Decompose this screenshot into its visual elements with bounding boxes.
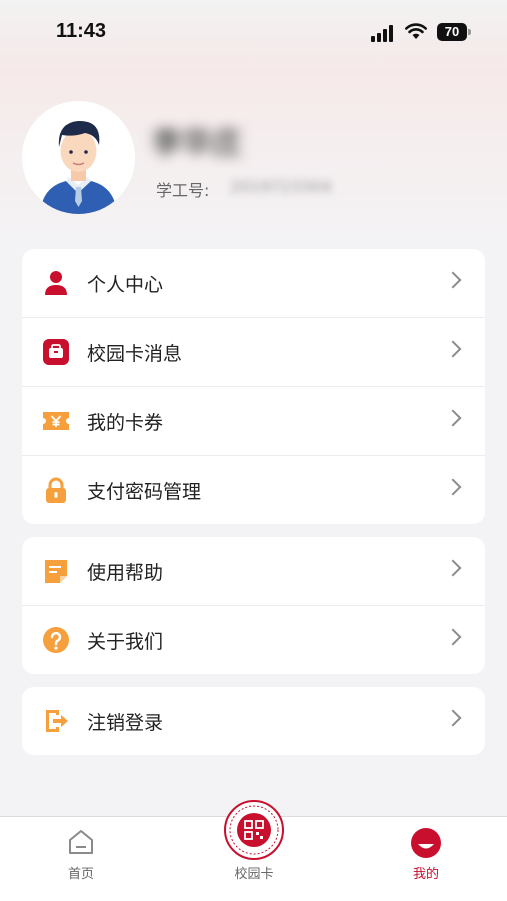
menu-item-about-us[interactable]: 关于我们 <box>22 605 485 674</box>
chevron-right-icon <box>444 709 462 727</box>
student-id-label: 学工号: <box>156 181 210 200</box>
menu-label: 我的卡券 <box>87 412 164 434</box>
tab-label-mine: 我的 <box>412 867 439 882</box>
menu-item-payment-password[interactable]: 支付密码管理 <box>22 455 485 524</box>
cellular-signal-icon <box>371 24 397 42</box>
menu-item-card-messages[interactable]: 校园卡消息 <box>22 317 485 386</box>
menu-item-my-coupons[interactable]: 我的卡券 <box>22 386 485 455</box>
chevron-right-icon <box>444 271 462 289</box>
menu-label: 关于我们 <box>87 631 164 653</box>
logout-icon <box>46 710 68 732</box>
wifi-icon <box>405 23 427 39</box>
menu-card-support: 使用帮助 关于我们 <box>22 537 485 674</box>
student-id-value: 2019723304 <box>230 177 332 196</box>
lock-icon <box>46 477 66 503</box>
menu-label: 使用帮助 <box>87 562 164 584</box>
menu-label: 校园卡消息 <box>87 343 183 365</box>
question-icon <box>43 627 69 653</box>
menu-label: 个人中心 <box>87 274 164 296</box>
menu-item-logout[interactable]: 注销登录 <box>22 687 485 755</box>
menu-label: 注销登录 <box>87 712 164 734</box>
tab-home[interactable]: 首页 <box>21 817 141 901</box>
tab-label-campus-card: 校园卡 <box>234 867 274 882</box>
person-icon <box>45 271 67 295</box>
battery-icon: 70 <box>437 23 467 41</box>
chevron-right-icon <box>444 340 462 358</box>
user-name: 李华庄 <box>152 126 242 161</box>
menu-card-account: 个人中心 校园卡消息 我的卡券 支付密码管理 <box>22 249 485 524</box>
tab-mine[interactable]: 我的 <box>366 817 486 901</box>
menu-label: 支付密码管理 <box>87 481 202 503</box>
profile-active-icon <box>411 828 441 858</box>
status-bar: 11:43 70 <box>0 0 507 60</box>
chevron-right-icon <box>444 409 462 427</box>
chevron-right-icon <box>444 559 462 577</box>
chevron-right-icon <box>444 628 462 646</box>
campus-card-qr-button[interactable] <box>224 800 284 860</box>
menu-card-logout: 注销登录 <box>22 687 485 755</box>
home-icon <box>69 830 93 854</box>
battery-cap <box>468 29 471 35</box>
coupon-icon <box>43 412 69 430</box>
avatar-illustration-icon <box>22 101 135 214</box>
status-time: 11:43 <box>56 20 107 42</box>
avatar[interactable] <box>22 101 135 214</box>
menu-item-help[interactable]: 使用帮助 <box>22 537 485 605</box>
menu-item-personal-center[interactable]: 个人中心 <box>22 249 485 317</box>
help-doc-icon <box>45 560 67 583</box>
card-message-icon <box>43 339 69 365</box>
chevron-right-icon <box>444 478 462 496</box>
tab-label-home: 首页 <box>67 867 94 882</box>
campus-seal-qr-icon <box>229 805 279 855</box>
